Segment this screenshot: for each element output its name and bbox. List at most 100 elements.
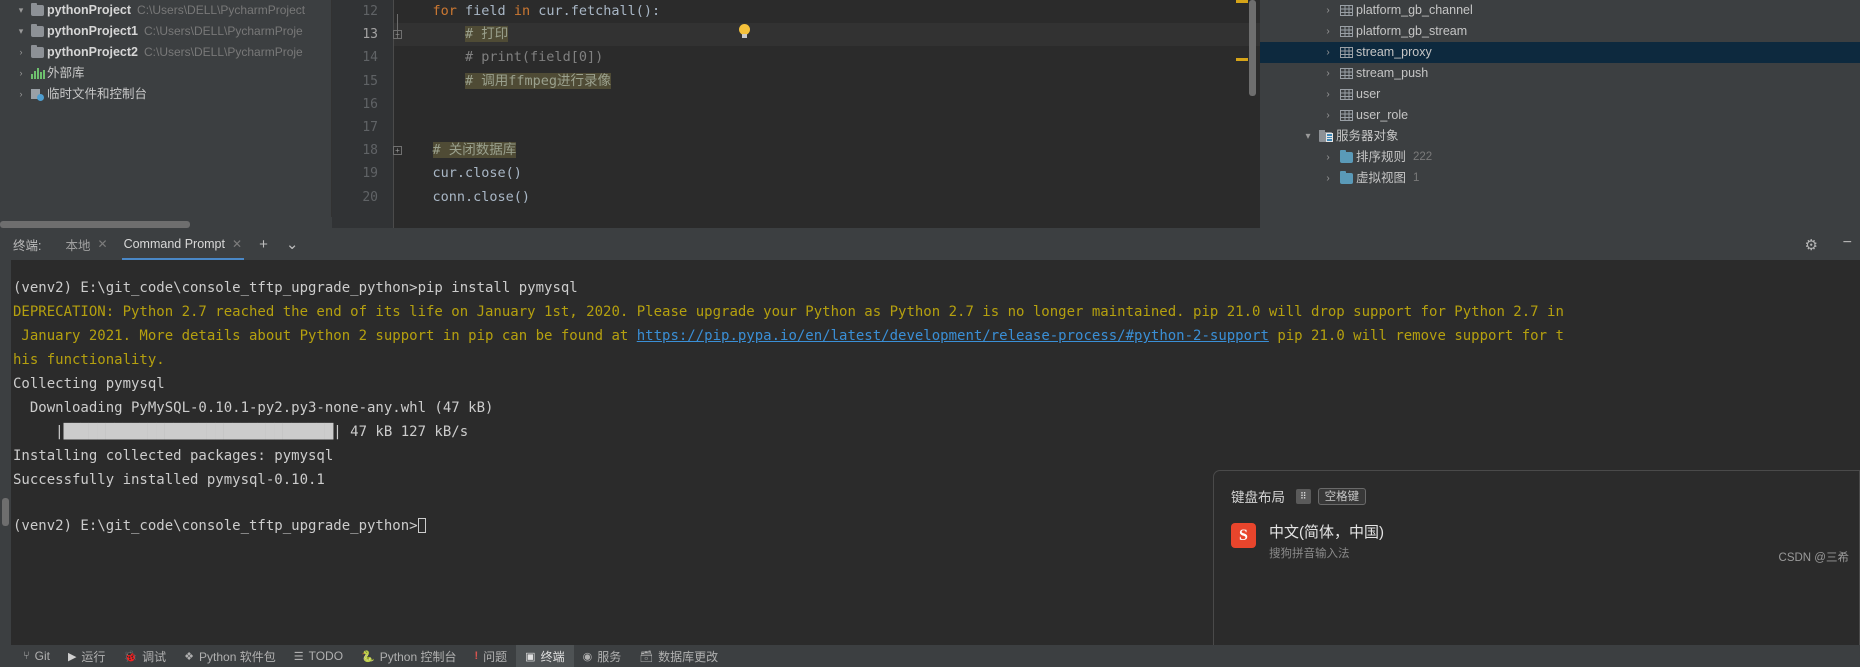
database-tree-label: user bbox=[1356, 87, 1381, 101]
code-line[interactable]: 14 # print(field[0]) bbox=[332, 46, 1260, 69]
status-bar-item-Python 控制台[interactable]: 🐍 Python 控制台 bbox=[352, 645, 465, 667]
code-line[interactable]: 19 cur.close() bbox=[332, 162, 1260, 185]
gear-icon[interactable]: ⚙ bbox=[1805, 236, 1818, 254]
project-tree-row[interactable]: ▾ pythonProject1 C:\Users\DELL\PycharmProj… bbox=[0, 21, 331, 42]
project-tree-row[interactable]: › 外部库 bbox=[0, 63, 331, 84]
database-tree-row[interactable]: › 虚拟视图 1 bbox=[1260, 168, 1860, 189]
database-tree-row[interactable]: ▾ 服务器对象 bbox=[1260, 126, 1860, 147]
code-token: # 关闭数据库 bbox=[432, 142, 517, 159]
status-bar-item-Python 软件包[interactable]: ❖ Python 软件包 bbox=[175, 645, 285, 667]
database-changes-icon: 🗃 bbox=[639, 650, 654, 663]
editor-vertical-scrollbar[interactable] bbox=[1249, 0, 1256, 96]
terminal-tab-label: Command Prompt bbox=[123, 237, 225, 251]
chevron-right-icon[interactable]: › bbox=[1320, 105, 1336, 126]
status-bar-item-运行[interactable]: ▶ 运行 bbox=[59, 645, 114, 667]
status-bar-item-label: 调试 bbox=[142, 649, 167, 664]
database-tree-row[interactable]: › 排序规则 222 bbox=[1260, 147, 1860, 168]
chevron-right-icon[interactable]: › bbox=[14, 84, 28, 105]
close-icon[interactable]: ✕ bbox=[98, 237, 108, 251]
terminal-line: |████████████████████████████████| 47 kB… bbox=[13, 424, 468, 440]
code-editor[interactable]: − + 12 for field in cur.fetchall(): 13 # … bbox=[332, 0, 1260, 228]
terminal-tab-bar: 终端: 本地 ✕ Command Prompt ✕ + ⌄ ⚙ − bbox=[0, 228, 1860, 260]
sogou-logo-icon: S bbox=[1231, 523, 1256, 548]
database-tree-row[interactable]: › platform_gb_stream bbox=[1260, 21, 1860, 42]
database-tree-label: platform_gb_stream bbox=[1356, 24, 1468, 38]
terminal-scrollbar[interactable] bbox=[2, 498, 9, 526]
chevron-down-icon[interactable]: ▾ bbox=[14, 0, 28, 21]
status-bar-item-终端[interactable]: ▣ 终端 bbox=[516, 645, 574, 667]
code-token: cur.fetchall(): bbox=[530, 3, 661, 19]
project-tree-row[interactable]: › pythonProject2 C:\Users\DELL\PycharmProj… bbox=[0, 42, 331, 63]
status-bar-item-Git[interactable]: ⑂ Git bbox=[14, 645, 59, 667]
status-bar-item-TODO[interactable]: ☰ TODO bbox=[285, 645, 352, 667]
terminal-link[interactable]: https://pip.pypa.io/en/latest/developmen… bbox=[637, 328, 1269, 344]
chevron-right-icon[interactable]: › bbox=[1320, 63, 1336, 84]
line-number: 18 bbox=[362, 143, 378, 159]
project-tree-path: C:\Users\DELL\PycharmProje bbox=[144, 45, 303, 59]
status-bar-item-label: Git bbox=[34, 649, 50, 663]
status-bar: ⑂ Git ▶ 运行 🐞 调试 ❖ Python 软件包 ☰ TODO 🐍 Python 控制台! 问题… bbox=[0, 645, 1860, 667]
chevron-down-icon[interactable]: ▾ bbox=[14, 21, 28, 42]
code-line[interactable]: 18 # 关闭数据库 bbox=[332, 139, 1260, 162]
terminal-cursor bbox=[417, 518, 426, 533]
project-horizontal-scrollbar[interactable] bbox=[0, 221, 190, 228]
code-text: for field in cur.fetchall(): bbox=[400, 0, 661, 23]
editor-marker-stripe[interactable] bbox=[1236, 0, 1248, 3]
minimize-icon[interactable]: − bbox=[1843, 234, 1852, 252]
chevron-right-icon[interactable]: › bbox=[1320, 84, 1336, 105]
database-tree-row[interactable]: › user_role bbox=[1260, 105, 1860, 126]
status-bar-item-数据库更改[interactable]: 🗃 数据库更改 bbox=[630, 645, 727, 667]
close-icon[interactable]: ✕ bbox=[232, 237, 242, 251]
terminal-text: Downloading PyMySQL-0.10.1-py2.py3-none-… bbox=[13, 400, 494, 416]
status-bar-item-服务[interactable]: ◉ 服务 bbox=[574, 645, 631, 667]
terminal-tab-local[interactable]: 本地 ✕ bbox=[57, 228, 115, 260]
chevron-right-icon[interactable]: › bbox=[1320, 168, 1336, 189]
editor-marker-stripe[interactable] bbox=[1236, 58, 1248, 61]
terminal-line: Collecting pymysql bbox=[13, 376, 165, 392]
terminal-line: DEPRECATION: Python 2.7 reached the end … bbox=[13, 304, 1564, 320]
chevron-right-icon[interactable]: › bbox=[1320, 21, 1336, 42]
terminal-tab-command-prompt[interactable]: Command Prompt ✕ bbox=[116, 228, 251, 260]
project-tree-row[interactable]: ▾ pythonProject C:\Users\DELL\PycharmProje… bbox=[0, 0, 331, 21]
chevron-down-icon[interactable]: ▾ bbox=[1300, 126, 1316, 147]
ime-method-name: 搜狗拼音输入法 bbox=[1269, 548, 1350, 560]
chevron-down-icon[interactable]: ⌄ bbox=[277, 235, 308, 253]
project-tree-row[interactable]: › 临时文件和控制台 bbox=[0, 84, 331, 105]
code-line[interactable]: 16 bbox=[332, 93, 1260, 116]
add-terminal-button[interactable]: + bbox=[250, 236, 277, 253]
terminal-line: Installing collected packages: pymysql bbox=[13, 448, 333, 464]
code-text: # 调用ffmpeg进行录像 bbox=[400, 70, 612, 93]
code-line[interactable]: 12 for field in cur.fetchall(): bbox=[332, 0, 1260, 23]
database-tool-window: › platform_gb_channel › platform_gb_stream ›… bbox=[1260, 0, 1860, 228]
code-line[interactable]: 20 conn.close() bbox=[332, 186, 1260, 209]
services-icon: ◉ bbox=[582, 650, 593, 663]
database-tree-row[interactable]: › stream_push bbox=[1260, 63, 1860, 84]
status-bar-item-问题[interactable]: ! 问题 bbox=[465, 645, 516, 667]
ime-language-item[interactable]: S 中文(简体，中国) 搜狗拼音输入法 bbox=[1231, 523, 1384, 561]
code-line[interactable]: 13 # 打印 bbox=[332, 23, 1260, 46]
database-tree-row[interactable]: › stream_proxy bbox=[1260, 42, 1860, 63]
database-tree-row[interactable]: › user bbox=[1260, 84, 1860, 105]
status-bar-item-调试[interactable]: 🐞 调试 bbox=[114, 645, 175, 667]
chevron-right-icon[interactable]: › bbox=[14, 63, 28, 84]
table-icon bbox=[1336, 5, 1356, 16]
run-icon: ▶ bbox=[67, 650, 77, 663]
ime-popup[interactable]: 键盘布局 ⠿ 空格键 S 中文(简体，中国) 搜狗拼音输入法 CSDN @三希 bbox=[1213, 470, 1860, 648]
chevron-right-icon[interactable]: › bbox=[1320, 42, 1336, 63]
terminal-line: (venv2) E:\git_code\console_tftp_upgrade… bbox=[13, 518, 426, 534]
ime-header: 键盘布局 ⠿ 空格键 bbox=[1231, 486, 1367, 506]
code-line[interactable]: 17 bbox=[332, 116, 1260, 139]
database-tree-row[interactable]: › platform_gb_channel bbox=[1260, 0, 1860, 21]
chevron-right-icon[interactable]: › bbox=[14, 42, 28, 63]
code-line[interactable]: 15 # 调用ffmpeg进行录像 bbox=[332, 70, 1260, 93]
chevron-right-icon[interactable]: › bbox=[1320, 147, 1336, 168]
chevron-right-icon[interactable]: › bbox=[1320, 0, 1336, 21]
code-text: conn.close() bbox=[400, 186, 531, 209]
line-number: 13 bbox=[362, 27, 378, 43]
code-token: for bbox=[432, 3, 457, 19]
status-bar-item-label: TODO bbox=[308, 649, 344, 663]
terminal-text: pip 21.0 will remove support for t bbox=[1268, 328, 1564, 344]
ime-space-key[interactable]: 空格键 bbox=[1317, 487, 1367, 505]
